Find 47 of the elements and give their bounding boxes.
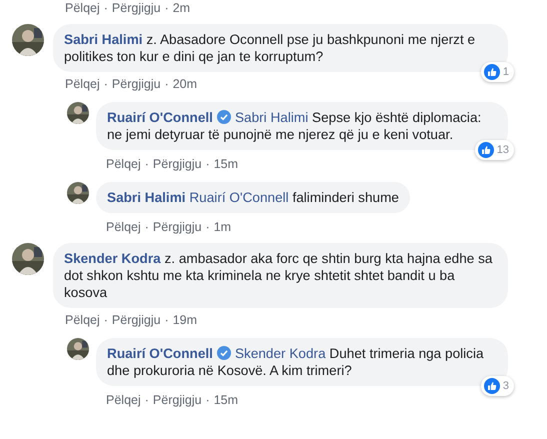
like-link[interactable]: Pëlqej <box>65 76 100 92</box>
comment-text: Sabri Halimi Ruairí O'Connell faliminderi shume <box>107 189 399 206</box>
like-link[interactable]: Pëlqej <box>106 392 141 408</box>
comment-text: Sabri Halimi z. Abasadore Oconnell pse ju bashkpunoni me njerzt e politikes ton kur e dini qe jan te korruptum? <box>64 31 476 65</box>
thumbs-up-icon <box>478 142 494 158</box>
timestamp[interactable]: 2m <box>172 0 190 16</box>
like-link[interactable]: Pëlqej <box>65 0 100 16</box>
timestamp[interactable]: 15m <box>214 156 238 172</box>
timestamp[interactable]: 19m <box>172 312 198 328</box>
separator-dot: · <box>206 219 210 235</box>
author-link[interactable]: Sabri Halimi <box>64 32 143 47</box>
reply-link[interactable]: Përgjigju <box>152 392 202 408</box>
timestamp[interactable]: 15m <box>214 392 238 408</box>
reply-link[interactable]: Përgjigju <box>152 219 202 235</box>
separator-dot: · <box>104 312 108 328</box>
separator-dot: · <box>164 0 169 16</box>
mention-link[interactable]: Ruairí O'Connell <box>189 190 289 205</box>
reply-link[interactable]: Përgjigju <box>152 156 202 172</box>
separator-dot: · <box>164 76 169 92</box>
reply-link[interactable]: Përgjigju <box>112 312 161 328</box>
separator-dot: · <box>164 312 169 328</box>
separator-dot: · <box>144 219 149 235</box>
thumbs-up-icon <box>484 378 500 394</box>
reaction-count-badge[interactable]: 3 <box>480 376 514 396</box>
thumbs-up-icon <box>484 64 500 80</box>
like-link[interactable]: Pëlqej <box>106 219 141 235</box>
separator-dot: · <box>206 156 210 172</box>
reply-link[interactable]: Përgjigju <box>112 0 161 16</box>
author-link[interactable]: Skender Kodra <box>64 251 161 266</box>
separator-dot: · <box>104 0 108 16</box>
mention-link[interactable]: Sabri Halimi <box>234 110 308 125</box>
separator-dot: · <box>104 76 108 92</box>
separator-dot: · <box>144 392 149 408</box>
like-link[interactable]: Pëlqej <box>65 312 100 328</box>
author-link[interactable]: Ruairí O'Connell <box>107 346 213 361</box>
author-link[interactable]: Ruairí O'Connell <box>107 110 213 125</box>
mention-link[interactable]: Skender Kodra <box>234 346 326 361</box>
reaction-count-badge[interactable]: 13 <box>474 140 514 160</box>
separator-dot: · <box>144 156 149 172</box>
timestamp[interactable]: 1m <box>214 219 232 235</box>
timestamp[interactable]: 20m <box>172 76 198 92</box>
comment-text: Skender Kodra z. ambasador aka forc qe shtin burg kta hajna edhe sa dot shkon kshtu me kta kriminela ne krye shtetit shtet bandit u ba kosova <box>64 250 494 301</box>
separator-dot: · <box>206 392 210 408</box>
author-link[interactable]: Sabri Halimi <box>107 190 186 205</box>
reply-link[interactable]: Përgjigju <box>112 76 161 92</box>
like-link[interactable]: Pëlqej <box>106 156 141 172</box>
reaction-count-badge[interactable]: 1 <box>480 62 514 82</box>
